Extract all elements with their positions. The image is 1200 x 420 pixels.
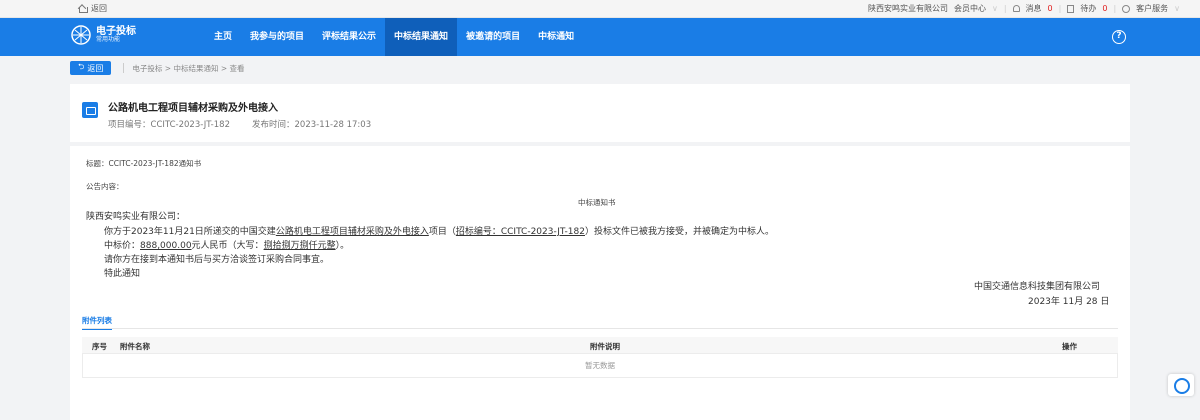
logo-icon: [71, 25, 91, 45]
price-close: ）。: [335, 241, 350, 251]
logo-subtitle: 常用功能: [96, 36, 121, 44]
separator: |: [1113, 4, 1117, 13]
nav-item-invited-projects[interactable]: 被邀请的项目: [457, 18, 529, 56]
home-back-label: 返回: [91, 4, 107, 13]
home-icon: [78, 4, 88, 13]
letter-signer: 中国交通信息科技集团有限公司: [974, 282, 1101, 292]
letter-price-line: 中标价：888,000.00元人民币（大写：捌拾捌万捌仟元整）。: [104, 238, 349, 251]
back-arrow-icon: ⮌: [78, 62, 85, 71]
table-empty-row: 暂无数据: [82, 354, 1118, 378]
letter-paragraph-3: 请你方在接到本通知书后与买方洽谈签订采购合同事宜。: [104, 255, 330, 265]
folder-icon: [82, 102, 98, 118]
user-area: 陕西安鸣实业有限公司 会员中心 ∨ | 消息 0 | 待办 0 | 客户服务 ∨: [868, 3, 1180, 14]
letter-date: 2023年 11月 28 日: [1028, 297, 1110, 307]
main-nav: 电子投标 常用功能 主页 我参与的项目 评标结果公示 中标结果通知 被邀请的项目…: [0, 18, 1200, 56]
home-back-link[interactable]: 返回: [78, 3, 107, 14]
todo-icon: [1067, 4, 1075, 13]
project-number: 项目编号：CCITC-2023-JT-182: [108, 118, 230, 130]
customer-service-link[interactable]: 客户服务: [1136, 3, 1168, 14]
nav-menu: 主页 我参与的项目 评标结果公示 中标结果通知 被邀请的项目 中标通知: [205, 18, 583, 56]
col-no: 序号: [92, 342, 107, 351]
notice-title-row: 标题：CCITC-2023-JT-182通知书: [86, 158, 201, 169]
price-words: 捌拾捌万捌仟元整: [263, 241, 336, 251]
para1-b: 项目（: [428, 227, 456, 237]
breadcrumb: 电子投标 > 中标结果通知 > 查看: [132, 63, 245, 73]
letter-paragraph-1: 你方于2023年11月21日所递交的中国交建公路机电工程项目辅材采购及外电接入项…: [104, 224, 774, 237]
page-title: 公路机电工程项目辅材采购及外电接入: [108, 103, 278, 114]
nav-item-award-notices[interactable]: 中标通知: [529, 18, 583, 56]
project-number-value: CCITC-2023-JT-182: [150, 120, 230, 130]
logo[interactable]: 电子投标 常用功能: [70, 24, 136, 46]
separator: |: [1058, 4, 1062, 13]
top-utility-bar: 返回 陕西安鸣实业有限公司 会员中心 ∨ | 消息 0 | 待办 0 | 客户服…: [0, 0, 1200, 18]
project-number-label: 项目编号：: [108, 120, 151, 130]
separator: ∨: [991, 4, 998, 13]
publish-time-value: 2023-11-28 17:03: [294, 120, 372, 130]
messages-count: 0: [1047, 4, 1053, 13]
separator: |: [1003, 4, 1007, 13]
attachments-table: 序号 附件名称 附件说明 操作 暂无数据: [82, 337, 1118, 378]
divider: [123, 63, 125, 73]
todo-link[interactable]: 待办: [1080, 3, 1096, 14]
nav-item-award-results[interactable]: 中标结果通知: [385, 18, 458, 56]
bell-icon: [1012, 5, 1020, 12]
project-meta: 项目编号：CCITC-2023-JT-182 发布时间：2023-11-28 1…: [108, 118, 371, 130]
letter-recipient: 陕西安鸣实业有限公司：: [86, 212, 186, 222]
nav-item-home[interactable]: 主页: [205, 18, 241, 56]
table-header: 序号 附件名称 附件说明 操作: [82, 337, 1118, 354]
tab-divider: [82, 328, 1118, 329]
col-action: 操作: [1062, 342, 1077, 351]
notice-title-value: CCITC-2023-JT-182通知书: [108, 159, 202, 168]
company-name: 陕西安鸣实业有限公司: [867, 4, 948, 13]
para1-project: 公路机电工程项目辅材采购及外电接入: [275, 227, 429, 237]
project-header-card: 公路机电工程项目辅材采购及外电接入 项目编号：CCITC-2023-JT-182…: [70, 84, 1130, 142]
notice-content-card: 标题：CCITC-2023-JT-182通知书 公告内容： 中标通知书 陕西安鸣…: [70, 146, 1130, 420]
member-center-link[interactable]: 会员中心: [954, 3, 986, 14]
breadcrumb-bar: ⮌ 返回 电子投标 > 中标结果通知 > 查看: [70, 60, 245, 76]
para1-a: 你方于2023年11月21日所递交的中国交建: [104, 227, 276, 237]
nav-item-my-projects[interactable]: 我参与的项目: [241, 18, 313, 56]
nav-item-evaluation-results[interactable]: 评标结果公示: [313, 18, 385, 56]
price-unit: 元人民币（大写：: [191, 241, 264, 251]
publish-time-label: 发布时间：: [251, 120, 295, 130]
notice-content-label: 公告内容：: [86, 182, 124, 191]
notice-doc-heading: 中标通知书: [578, 198, 616, 207]
price-value: 888,000.00: [140, 241, 192, 251]
service-icon: [1122, 4, 1131, 13]
todo-count: 0: [1102, 4, 1108, 13]
para1-bid-no: 招标编号：CCITC-2023-JT-182: [455, 227, 585, 237]
back-button-label: 返回: [87, 63, 104, 73]
messages-link[interactable]: 消息: [1026, 3, 1042, 14]
col-description: 附件说明: [590, 342, 620, 351]
back-button[interactable]: ⮌ 返回: [70, 61, 112, 75]
publish-time: 发布时间：2023-11-28 17:03: [252, 118, 371, 130]
chevron-down-icon: ∨: [1174, 4, 1180, 13]
price-label: 中标价：: [104, 241, 141, 251]
letter-paragraph-4: 特此通知: [104, 269, 141, 279]
col-name: 附件名称: [120, 342, 150, 351]
para1-c: ）投标文件已被我方接受，并被确定为中标人。: [584, 227, 774, 237]
customer-service-float-icon[interactable]: [1168, 374, 1194, 396]
notice-title-label: 标题：: [86, 159, 109, 168]
help-icon[interactable]: ?: [1112, 30, 1126, 44]
